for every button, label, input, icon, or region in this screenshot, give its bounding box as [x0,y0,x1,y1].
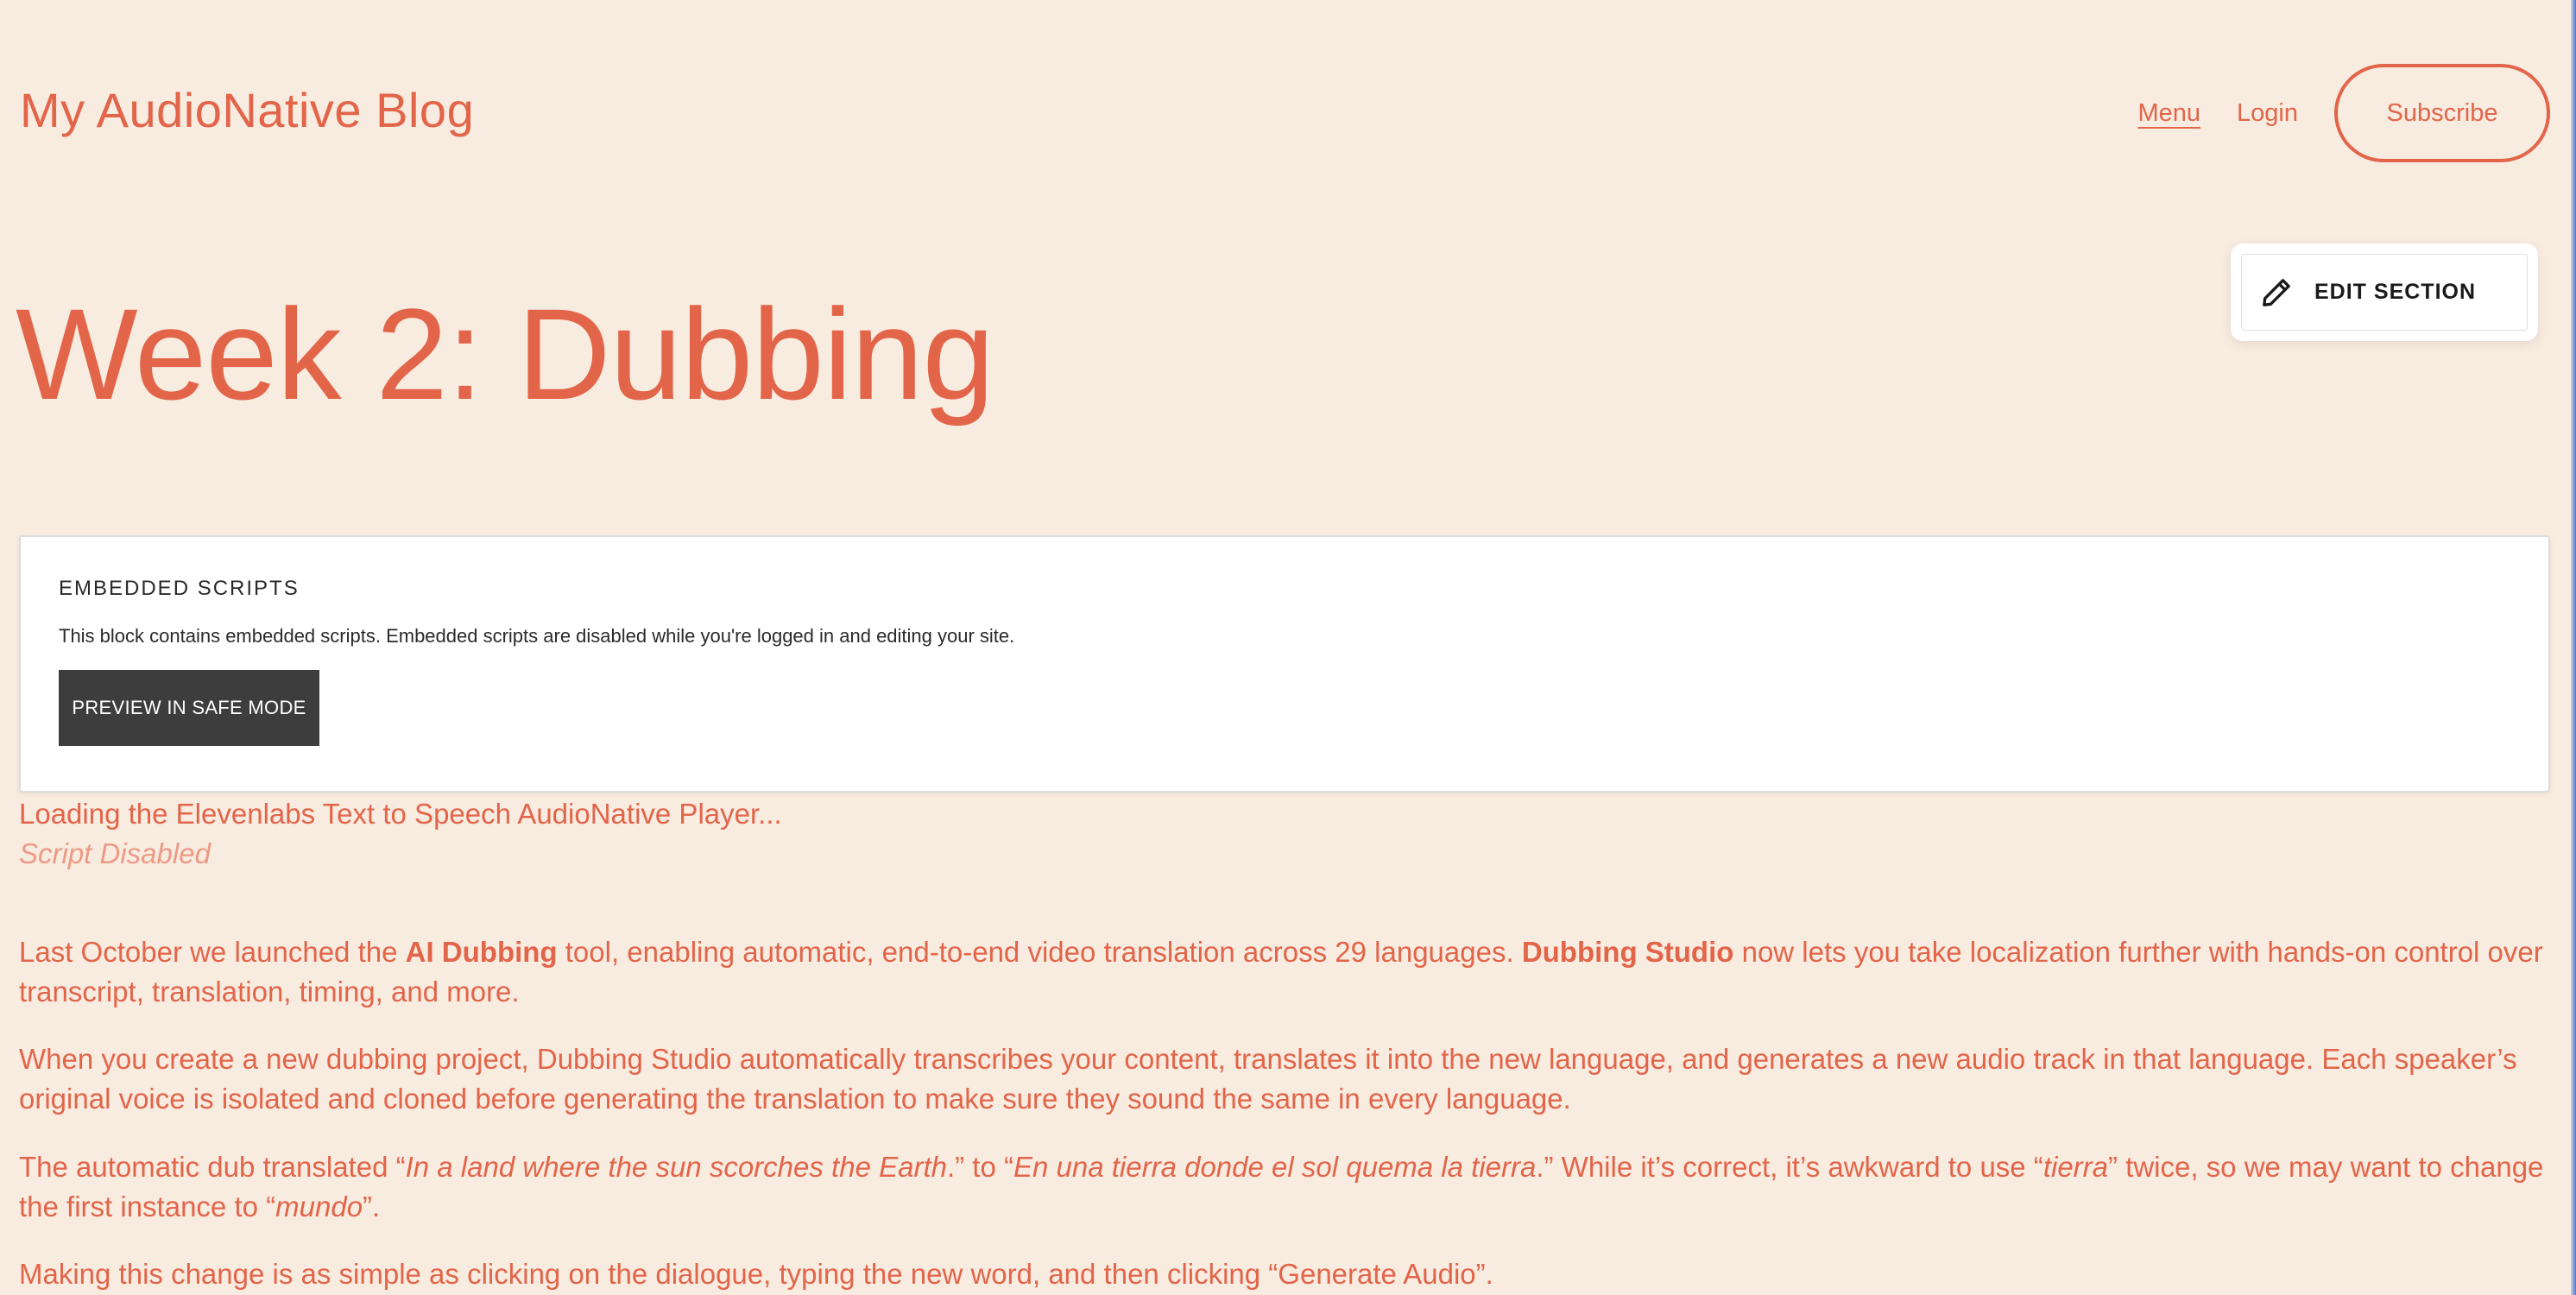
preview-safe-mode-button[interactable]: PREVIEW IN SAFE MODE [59,670,319,746]
script-disabled-text: Script Disabled [19,837,211,869]
p3-text-c: .” While it’s correct, it’s awkward to u… [1536,1151,2043,1183]
embedded-scripts-block: EMBEDDED SCRIPTS This block contains emb… [19,535,2550,793]
p1-text-c: tool, enabling automatic, end-to-end vid… [557,936,1522,968]
p1-bold-ai-dubbing: AI Dubbing [405,936,558,968]
pencil-icon [2263,278,2290,306]
site-title[interactable]: My AudioNative Blog [20,79,474,142]
article-paragraph-2: When you create a new dubbing project, D… [19,1043,2517,1115]
page: My AudioNative Blog Menu Login Subscribe… [0,0,2576,1295]
article-paragraph-4: Making this change is as simple as click… [19,1258,1493,1290]
page-title: Week 2: Dubbing [16,281,994,426]
window-edge [2571,0,2576,1295]
edit-section-label: EDIT SECTION [2314,280,2477,304]
menu-link[interactable]: Menu [2137,96,2200,130]
login-link[interactable]: Login [2237,96,2298,130]
p3-italic-4: mundo [275,1191,363,1222]
p3-text-a: The automatic dub translated “ [19,1151,406,1183]
p3-italic-3: tierra [2042,1151,2108,1183]
edit-section-panel: EDIT SECTION [2231,243,2538,341]
p1-bold-dubbing-studio: Dubbing Studio [1521,936,1734,968]
p3-text-e: ”. [363,1191,381,1222]
edit-section-button[interactable]: EDIT SECTION [2241,254,2528,331]
embed-title: EMBEDDED SCRIPTS [59,577,300,600]
player-loading-text: Loading the Elevenlabs Text to Speech Au… [19,798,782,830]
article-paragraph-3: The automatic dub translated “In a land … [19,1147,2548,1227]
p3-italic-2: En una tierra donde el sol quema la tier… [1013,1151,1537,1183]
embed-description: This block contains embedded scripts. Em… [59,625,1015,647]
article-paragraph-1: Last October we launched the AI Dubbing … [19,932,2548,1012]
subscribe-button[interactable]: Subscribe [2334,64,2550,162]
p3-text-b: .” to “ [946,1151,1013,1183]
p3-italic-1: In a land where the sun scorches the Ear… [405,1151,947,1183]
p1-text-a: Last October we launched the [19,936,406,968]
header-nav: Menu Login Subscribe [2137,64,2550,162]
